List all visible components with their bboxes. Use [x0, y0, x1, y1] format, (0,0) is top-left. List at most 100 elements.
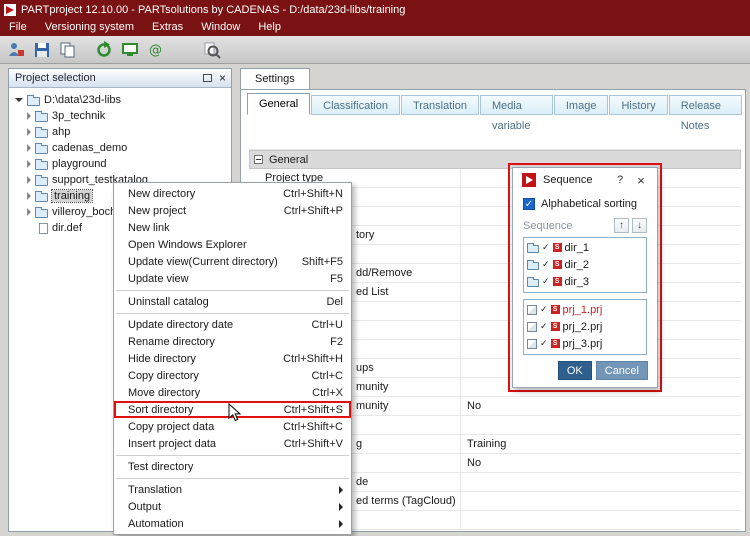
- checkbox-checked-icon[interactable]: ✓: [523, 198, 535, 210]
- menu-item-hide-directory[interactable]: Hide directoryCtrl+Shift+H: [114, 350, 351, 367]
- float-panel-icon[interactable]: [203, 74, 212, 82]
- cancel-button[interactable]: Cancel: [596, 361, 648, 380]
- submenu-arrow-icon: [339, 486, 343, 494]
- monitor-green-icon[interactable]: [118, 38, 142, 62]
- folder-icon: [35, 177, 48, 186]
- status-badge-icon: S: [551, 322, 560, 331]
- web-green-icon[interactable]: @: [144, 38, 168, 62]
- tab-general[interactable]: General: [247, 93, 310, 115]
- expand-closed-icon[interactable]: [27, 160, 31, 168]
- expand-closed-icon[interactable]: [27, 128, 31, 136]
- folder-icon: [27, 97, 40, 106]
- menu-window[interactable]: Window: [192, 19, 249, 36]
- status-badge-icon: S: [553, 277, 562, 286]
- menu-extras[interactable]: Extras: [143, 19, 192, 36]
- settings-tabbar: General Classification Translation Media…: [247, 92, 743, 115]
- list-item-prj-1[interactable]: ✓ S prj_1.prj: [524, 301, 646, 318]
- refresh-green-icon[interactable]: [92, 38, 116, 62]
- tree-item-root[interactable]: D:\data\23d-libs: [9, 92, 231, 108]
- menu-item-move-directory[interactable]: Move directoryCtrl+X: [114, 384, 351, 401]
- menu-bar: File Versioning system Extras Window Hel…: [0, 19, 750, 36]
- check-icon: ✓: [540, 304, 548, 315]
- menu-item-test-directory[interactable]: Test directory: [114, 458, 351, 475]
- menu-item-new-project[interactable]: New projectCtrl+Shift+P: [114, 202, 351, 219]
- tree-item-playground[interactable]: playground: [9, 156, 231, 172]
- sequence-dialog-annotation: Sequence ? × ✓ Alphabetical sorting Sequ…: [508, 163, 662, 392]
- expand-closed-icon[interactable]: [27, 176, 31, 184]
- sequence-header-label: Sequence: [523, 220, 611, 232]
- menu-item-automation[interactable]: Automation: [114, 515, 351, 532]
- menu-item-rename-directory[interactable]: Rename directoryF2: [114, 333, 351, 350]
- ok-button[interactable]: OK: [558, 361, 592, 380]
- menu-item-new-link[interactable]: New link: [114, 219, 351, 236]
- section-label: General: [269, 154, 308, 166]
- menu-item-update-view[interactable]: Update viewF5: [114, 270, 351, 287]
- file-icon: [39, 223, 48, 234]
- menu-item-output[interactable]: Output: [114, 498, 351, 515]
- check-icon: ✓: [542, 242, 550, 253]
- expand-closed-icon[interactable]: [27, 192, 31, 200]
- list-item-dir-1[interactable]: ✓ S dir_1: [524, 239, 646, 256]
- expand-open-icon[interactable]: [15, 98, 23, 102]
- list-item-dir-3[interactable]: ✓ S dir_3: [524, 273, 646, 290]
- close-panel-icon[interactable]: ×: [219, 73, 226, 83]
- collapse-icon[interactable]: [254, 155, 263, 164]
- list-item-prj-2[interactable]: ✓ S prj_2.prj: [524, 318, 646, 335]
- menu-item-update-view-current-directory[interactable]: Update view(Current directory)Shift+F5: [114, 253, 351, 270]
- tab-classification[interactable]: Classification: [311, 95, 400, 115]
- tree-item-cadenas-demo[interactable]: cadenas_demo: [9, 140, 231, 156]
- menu-separator: [116, 313, 349, 314]
- title-bar: PARTproject 12.10.00 - PARTsolutions by …: [0, 0, 750, 19]
- menu-file[interactable]: File: [0, 19, 36, 36]
- list-item-prj-3[interactable]: ✓ S prj_3.prj: [524, 335, 646, 352]
- part-cube-icon: [527, 339, 537, 349]
- tab-media-variable[interactable]: Media variable: [480, 95, 553, 115]
- help-button[interactable]: ?: [613, 174, 627, 186]
- toolbar: @: [0, 36, 750, 64]
- window-title: PARTproject 12.10.00 - PARTsolutions by …: [21, 4, 405, 16]
- folder-icon: [35, 161, 48, 170]
- panel-title: Project selection: [15, 72, 96, 84]
- menu-item-insert-project-data[interactable]: Insert project dataCtrl+Shift+V: [114, 435, 351, 452]
- menu-versioning-system[interactable]: Versioning system: [36, 19, 143, 36]
- menu-item-new-directory[interactable]: New directoryCtrl+Shift+N: [114, 185, 351, 202]
- tree-item-3p-technik[interactable]: 3p_technik: [9, 108, 231, 124]
- folder-icon: [35, 113, 48, 122]
- menu-item-uninstall-catalog[interactable]: Uninstall catalogDel: [114, 293, 351, 310]
- context-menu: New directoryCtrl+Shift+N New projectCtr…: [113, 182, 352, 535]
- check-icon: ✓: [542, 276, 550, 287]
- expand-closed-icon[interactable]: [27, 112, 31, 120]
- copy-icon[interactable]: [56, 38, 80, 62]
- checkbox-label: Alphabetical sorting: [541, 198, 637, 210]
- tree-item-label: cadenas_demo: [52, 142, 127, 154]
- move-up-button[interactable]: ↑: [614, 218, 629, 233]
- tree-item-label: villeroy_boch: [52, 206, 116, 218]
- menu-item-translation[interactable]: Translation: [114, 481, 351, 498]
- save-icon[interactable]: [30, 38, 54, 62]
- list-item-dir-2[interactable]: ✓ S dir_2: [524, 256, 646, 273]
- move-down-button[interactable]: ↓: [632, 218, 647, 233]
- menu-item-update-directory-date[interactable]: Update directory dateCtrl+U: [114, 316, 351, 333]
- settings-section-general[interactable]: General: [249, 150, 741, 169]
- tab-settings[interactable]: Settings: [240, 68, 310, 89]
- project-user-icon[interactable]: [4, 38, 28, 62]
- tab-release-notes[interactable]: Release Notes: [669, 95, 742, 115]
- alphabetical-sorting-checkbox[interactable]: ✓ Alphabetical sorting: [523, 195, 647, 213]
- tab-history[interactable]: History: [609, 95, 667, 115]
- folder-icon: [35, 209, 48, 218]
- tree-item-ahp[interactable]: ahp: [9, 124, 231, 140]
- app-icon: [4, 4, 16, 16]
- folder-icon: [527, 279, 539, 287]
- menu-item-copy-directory[interactable]: Copy directoryCtrl+C: [114, 367, 351, 384]
- tab-image[interactable]: Image: [554, 95, 609, 115]
- menu-help[interactable]: Help: [249, 19, 290, 36]
- menu-item-open-windows-explorer[interactable]: Open Windows Explorer: [114, 236, 351, 253]
- folder-icon: [35, 129, 48, 138]
- search-icon[interactable]: [200, 38, 224, 62]
- expand-closed-icon[interactable]: [27, 144, 31, 152]
- tree-item-label: playground: [52, 158, 106, 170]
- partproject-window: PARTproject 12.10.00 - PARTsolutions by …: [0, 0, 750, 536]
- close-button[interactable]: ×: [634, 173, 648, 188]
- expand-closed-icon[interactable]: [27, 208, 31, 216]
- tab-translation[interactable]: Translation: [401, 95, 479, 115]
